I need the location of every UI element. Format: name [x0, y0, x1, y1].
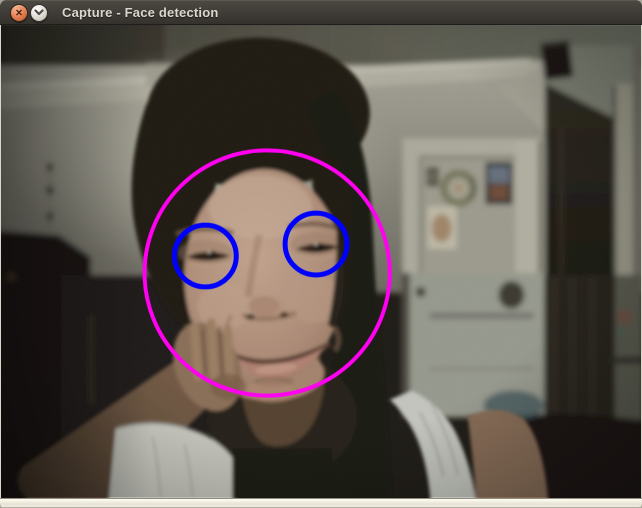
webcam-frame: [1, 25, 641, 498]
video-area: [0, 25, 642, 498]
close-button[interactable]: ×: [10, 3, 28, 22]
window-bottom-border[interactable]: [0, 498, 642, 508]
titlebar[interactable]: × Capture - Face detection: [0, 0, 642, 25]
chevron-down-icon: [34, 9, 44, 16]
window-title: Capture - Face detection: [62, 5, 219, 20]
shade-button[interactable]: [30, 3, 48, 22]
close-icon: ×: [15, 5, 23, 19]
video-grain: [1, 25, 641, 498]
app-window: × Capture - Face detection: [0, 0, 642, 508]
